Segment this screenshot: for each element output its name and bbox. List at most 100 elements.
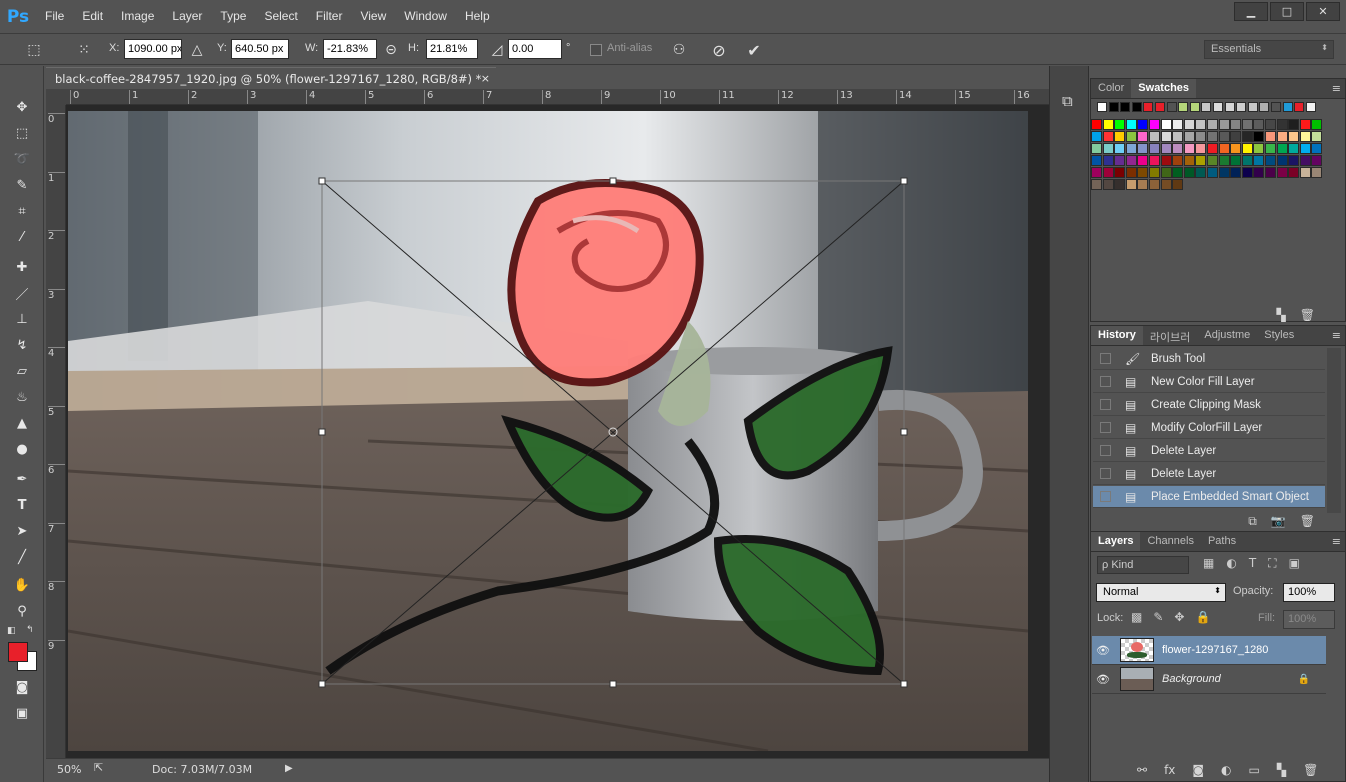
default-colors-icon[interactable]: ◧ [7,626,16,636]
recent-swatch[interactable] [1201,102,1212,112]
width-field[interactable]: -21.83% [323,39,377,59]
swatch-cell[interactable] [1253,119,1265,130]
menu-file[interactable]: File [36,0,73,33]
swatch-cell[interactable] [1183,119,1195,130]
recent-swatch[interactable] [1294,102,1305,112]
export-icon[interactable]: ⇱ [94,761,103,774]
swatch-cell[interactable] [1299,119,1311,130]
swatch-cell[interactable] [1137,179,1149,190]
swatch-cell[interactable] [1114,131,1126,142]
history-snapshot-checkbox[interactable] [1100,353,1111,364]
layers-panel-menu-icon[interactable]: ≡ [1332,535,1341,548]
reference-point-icon[interactable]: ⁙ [74,40,94,60]
recent-swatch[interactable] [1143,102,1154,112]
swatch-cell[interactable] [1125,155,1137,166]
tab-libraries[interactable]: 라이브러 [1143,326,1197,345]
recent-swatch[interactable] [1178,102,1189,112]
transform-tool-icon[interactable]: ⬚ [24,40,44,60]
history-snapshot-checkbox[interactable] [1100,445,1111,456]
layer-name[interactable]: flower-1297167_1280 [1162,644,1268,656]
recent-swatch[interactable] [1305,102,1316,112]
swatch-cell[interactable] [1230,143,1242,154]
blend-mode-dropdown[interactable]: Normal ⬍ [1096,583,1226,602]
tab-styles[interactable]: Styles [1257,326,1301,345]
new-adjustment-icon[interactable]: ◐ [1221,763,1231,777]
swatch-cell[interactable] [1265,119,1276,130]
swatch-cell[interactable] [1160,131,1172,142]
maximize-button[interactable]: □ [1270,2,1304,21]
history-snapshot-checkbox[interactable] [1100,376,1111,387]
menu-edit[interactable]: Edit [73,0,112,33]
swatch-cell[interactable] [1149,143,1160,154]
panel-menu-icon[interactable]: ≡ [1332,82,1341,95]
add-mask-icon[interactable]: ◙ [1192,763,1204,777]
new-group-icon[interactable]: ▭ [1249,763,1260,777]
swatch-cell[interactable] [1230,167,1242,178]
vertical-ruler[interactable]: 0 1 2 3 4 5 6 7 8 9 [46,105,66,758]
filter-shape-icon[interactable]: ⛶ [1268,556,1276,571]
swatch-cell[interactable] [1241,167,1253,178]
swatch-cell[interactable] [1207,143,1218,154]
x-position-field[interactable]: 1090.00 px [124,39,182,59]
close-document-icon[interactable]: × [481,72,490,85]
opacity-field[interactable]: 100% [1283,583,1335,602]
recent-swatch[interactable] [1189,102,1200,112]
layer-row-flower[interactable]: 👁 flower-1297167_1280 [1092,636,1326,665]
tab-paths[interactable]: Paths [1201,532,1243,551]
recent-swatch[interactable] [1224,102,1235,112]
swatch-cell[interactable] [1230,131,1242,142]
swatch-cell[interactable] [1207,167,1218,178]
swatch-cell[interactable] [1195,119,1207,130]
swatch-cell[interactable] [1102,119,1114,130]
stamp-tool-icon[interactable]: ⊥ [10,308,34,330]
commit-transform-icon[interactable]: ✔ [744,40,764,60]
recent-swatch[interactable] [1271,102,1281,112]
pen-tool-icon[interactable]: ✒ [10,468,34,490]
swatch-cell[interactable] [1160,143,1172,154]
recent-swatch[interactable] [1155,102,1165,112]
swatch-cell[interactable] [1160,167,1172,178]
swatch-cell[interactable] [1172,131,1184,142]
swatch-cell[interactable] [1125,179,1137,190]
close-window-button[interactable]: ✕ [1306,2,1340,21]
swatch-cell[interactable] [1311,167,1323,178]
menu-select[interactable]: Select [255,0,306,33]
swatch-cell[interactable] [1149,155,1160,166]
swatch-cell[interactable] [1160,155,1172,166]
eyedropper-tool-icon[interactable]: ⁄ [10,226,34,248]
swatch-cell[interactable] [1265,143,1276,154]
y-position-field[interactable]: 640.50 px [231,39,289,59]
layer-style-icon[interactable]: fx [1164,763,1175,777]
zoom-level[interactable]: 50% [57,763,81,776]
swatch-cell[interactable] [1183,155,1195,166]
menu-help[interactable]: Help [456,0,499,33]
tab-swatches[interactable]: Swatches [1131,79,1197,98]
recent-swatch[interactable] [1213,102,1223,112]
cancel-transform-icon[interactable]: ⊘ [709,40,729,60]
swatch-cell[interactable] [1218,131,1230,142]
quick-select-tool-icon[interactable]: ✎ [10,174,34,196]
swatch-cell[interactable] [1172,119,1184,130]
new-layer-icon[interactable]: ▚ [1277,763,1286,777]
recent-swatch[interactable] [1166,102,1177,112]
swatch-cell[interactable] [1218,119,1230,130]
swatch-cell[interactable] [1114,179,1126,190]
status-menu-arrow-icon[interactable]: ▶ [285,763,293,774]
recent-swatch[interactable] [1097,102,1107,112]
swatch-cell[interactable] [1311,155,1323,166]
swatch-cell[interactable] [1137,155,1149,166]
swatch-cell[interactable] [1137,167,1149,178]
dodge-tool-icon[interactable]: ● [10,438,34,460]
lock-position-icon[interactable]: ✥ [1174,610,1184,624]
swatch-cell[interactable] [1125,131,1137,142]
swatch-cell[interactable] [1253,143,1265,154]
swatch-cell[interactable] [1276,143,1288,154]
swatch-cell[interactable] [1102,167,1114,178]
swatch-cell[interactable] [1276,119,1288,130]
quick-mask-icon[interactable]: ◙ [10,676,34,698]
swatch-cell[interactable] [1114,167,1126,178]
warp-mode-icon[interactable]: ⚇ [669,40,689,60]
swatch-cell[interactable] [1102,143,1114,154]
swatch-cell[interactable] [1172,143,1184,154]
history-snapshot-checkbox[interactable] [1100,422,1111,433]
